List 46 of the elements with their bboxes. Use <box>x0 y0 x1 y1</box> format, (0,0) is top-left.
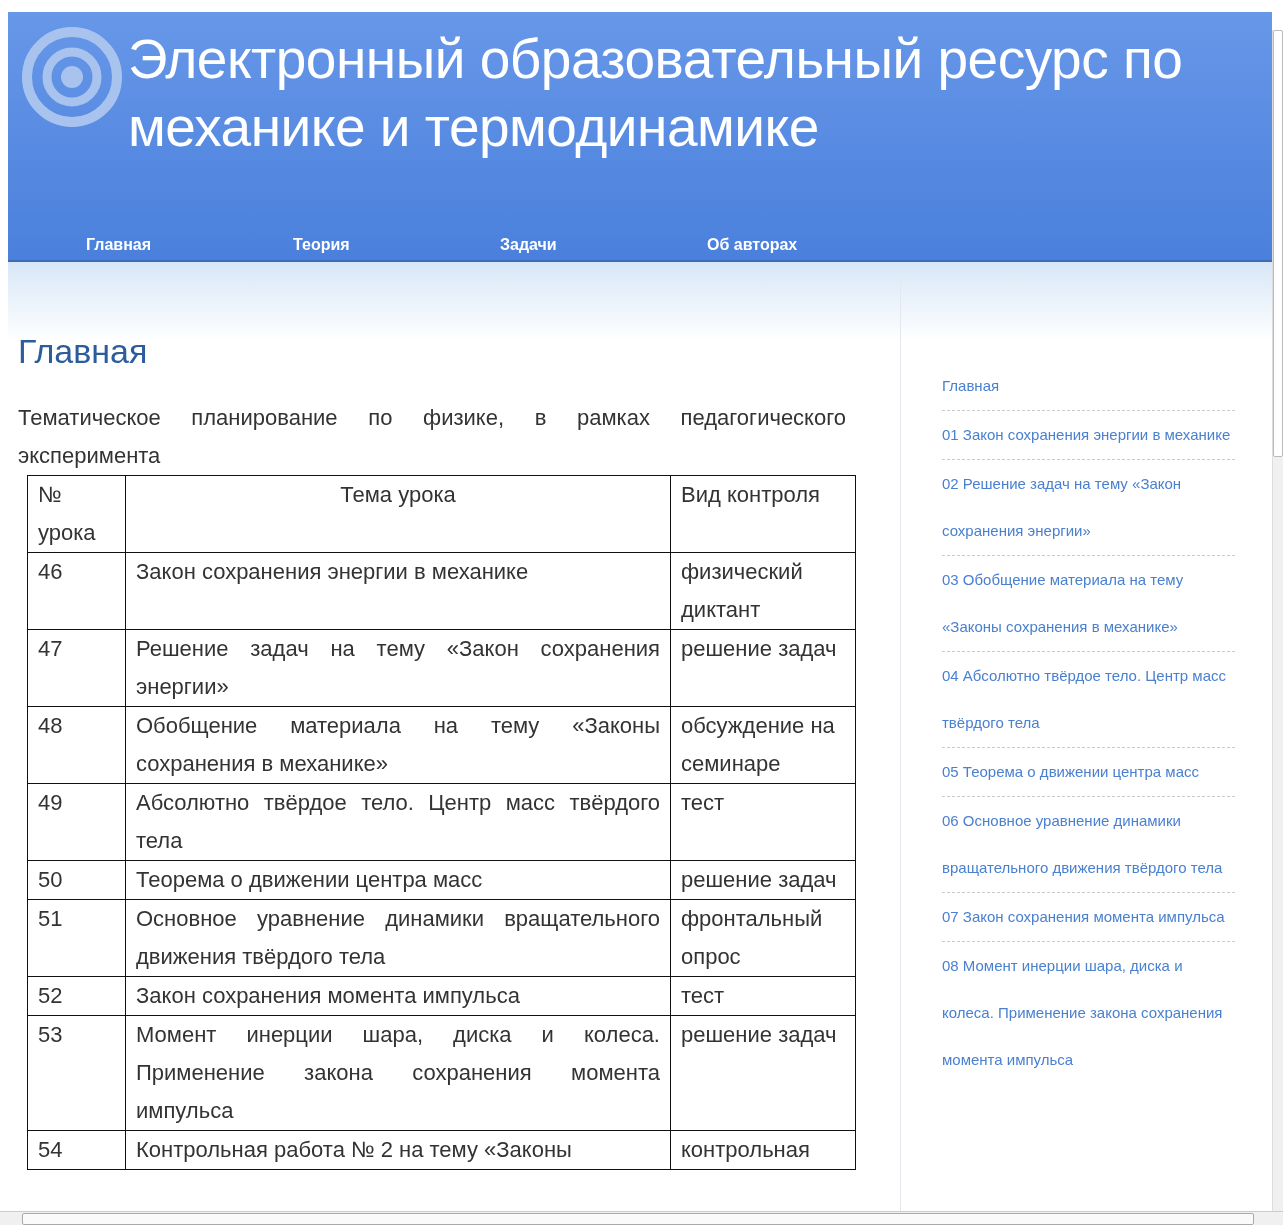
table-cell: Абсолютно твёрдое тело. Центр масс твёрдого тела <box>125 783 671 861</box>
table-cell: решение задач <box>670 860 856 900</box>
nav-link[interactable]: Об авторах <box>707 236 914 254</box>
table-cell: Закон сохранения энергии в механике <box>125 552 671 630</box>
sidebar-link[interactable]: 03 Обобщение материала на тему «Законы сохранения в механике» <box>942 556 1235 652</box>
table-cell: 54 <box>27 1130 126 1170</box>
sidebar-link[interactable]: 02 Решение задач на тему «Закон сохранения энергии» <box>942 460 1235 556</box>
table-cell: Теорема о движении центра масс <box>125 860 671 900</box>
sidebar-link[interactable]: Главная <box>942 362 1235 411</box>
table-cell: 49 <box>27 783 126 861</box>
target-logo-icon <box>20 25 124 129</box>
table-cell: решение задач <box>670 629 856 707</box>
table-cell: тест <box>670 976 856 1016</box>
table-cell: Обобщение материала на тему «Законы сохранения в механике» <box>125 706 671 784</box>
table-cell: контрольная <box>670 1130 856 1170</box>
table-cell: Основное уравнение динамики вращательного движения твёрдого тела <box>125 899 671 977</box>
column-header: Вид контроля <box>670 475 856 553</box>
nav-link[interactable]: Теория <box>293 236 500 254</box>
page-heading: Главная <box>18 332 149 371</box>
sidebar-link[interactable]: 01 Закон сохранения энергии в механике <box>942 411 1235 460</box>
site-title: Электронный образовательный ресурс по механике и термодинамике <box>128 27 1183 160</box>
intro-text: Тематическое планирование по физике, в рамках педагогического эксперимента <box>18 404 846 470</box>
nav-link[interactable]: Задачи <box>500 236 707 254</box>
sidebar-link[interactable]: 07 Закон сохранения момента импульса <box>942 893 1235 942</box>
table-cell: 53 <box>27 1015 126 1131</box>
table-cell: Момент инерции шара, диска и колеса. Применение закона сохранения момента импульса <box>125 1015 671 1131</box>
sidebar-link[interactable]: 08 Момент инерции шара, диска и колеса. Применение закона сохранения момента импульса <box>942 942 1235 1084</box>
table-cell: 46 <box>27 552 126 630</box>
vertical-scrollbar[interactable] <box>1272 30 1283 1211</box>
table-cell: 48 <box>27 706 126 784</box>
column-header: Тема урока <box>125 475 671 553</box>
table-cell: 47 <box>27 629 126 707</box>
scrollbar-thumb[interactable] <box>1273 30 1283 457</box>
nav-link[interactable]: Главная <box>86 236 293 254</box>
table-cell: решение задач <box>670 1015 856 1131</box>
column-header: № урока <box>27 475 126 553</box>
sidebar-link[interactable]: 05 Теорема о движении центра масс <box>942 748 1235 797</box>
sidebar-link[interactable]: 06 Основное уравнение динамики вращательного движения твёрдого тела <box>942 797 1235 893</box>
table-cell: Решение задач на тему «Закон сохранения энергии» <box>125 629 671 707</box>
table-cell: 50 <box>27 860 126 900</box>
table-cell: тест <box>670 783 856 861</box>
sidebar-link[interactable]: 04 Абсолютно твёрдое тело. Центр масс твёрдого тела <box>942 652 1235 748</box>
table-cell: Контрольная работа № 2 на тему «Законы <box>125 1130 671 1170</box>
table-cell: 52 <box>27 976 126 1016</box>
table-cell: Закон сохранения момента импульса <box>125 976 671 1016</box>
table-cell: 51 <box>27 899 126 977</box>
